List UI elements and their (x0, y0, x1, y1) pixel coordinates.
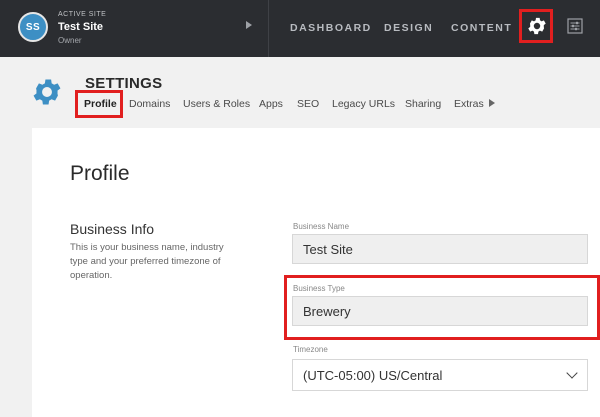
timezone-label: Timezone (293, 345, 328, 354)
tab-domains[interactable]: Domains (129, 98, 170, 110)
section-title: Business Info (70, 221, 155, 237)
nav-design[interactable]: DESIGN (384, 22, 433, 34)
active-site-label: ACTIVE SITE (58, 11, 107, 18)
nav-content[interactable]: CONTENT (451, 22, 512, 34)
tab-users-roles[interactable]: Users & Roles (183, 98, 250, 110)
top-bar: SS ACTIVE SITE Test Site Owner DASHBOARD… (0, 0, 600, 57)
business-type-field[interactable]: Brewery (292, 296, 588, 326)
site-role: Owner (58, 36, 82, 45)
sliders-icon[interactable] (567, 18, 583, 34)
divider (268, 0, 269, 57)
page-title: Profile (70, 162, 130, 185)
site-switcher-arrow-icon[interactable] (246, 21, 252, 29)
site-avatar[interactable]: SS (18, 12, 48, 42)
tab-seo[interactable]: SEO (297, 98, 319, 110)
tab-extras[interactable]: Extras (454, 98, 484, 110)
tab-apps[interactable]: Apps (259, 98, 283, 110)
tab-profile[interactable]: Profile (84, 98, 117, 110)
tab-sharing[interactable]: Sharing (405, 98, 441, 110)
business-name-field[interactable]: Test Site (292, 234, 588, 264)
nav-dashboard[interactable]: DASHBOARD (290, 22, 372, 34)
site-name[interactable]: Test Site (58, 21, 103, 33)
chevron-right-icon[interactable] (489, 99, 495, 107)
gear-icon[interactable] (526, 15, 548, 37)
settings-gear-icon (33, 79, 61, 105)
section-description: This is your business name, industry typ… (70, 242, 224, 281)
tab-legacy-urls[interactable]: Legacy URLs (332, 98, 395, 110)
business-name-label: Business Name (293, 222, 350, 231)
business-type-label: Business Type (293, 284, 345, 293)
timezone-select[interactable]: (UTC-05:00) US/Central (292, 359, 588, 391)
